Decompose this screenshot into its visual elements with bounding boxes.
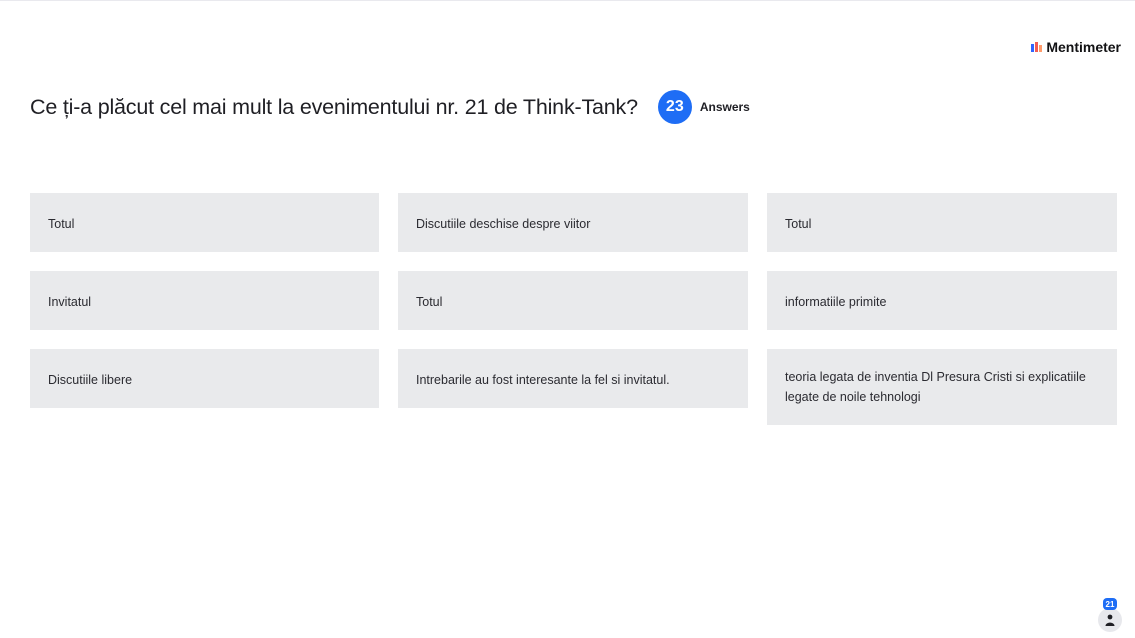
mentimeter-bars-icon [1031,42,1043,52]
question-header: Ce ți-a plăcut cel mai mult la eveniment… [30,90,750,124]
answer-count-label: Answers [699,100,750,114]
presentation-slide: Mentimeter Ce ți-a plăcut cel mai mult l… [0,0,1135,638]
response-card: Discutiile libere [30,349,379,408]
responses-grid: Totul Discutiile deschise despre viitor … [30,193,1118,425]
response-card: Intrebarile au fost interesante la fel s… [398,349,748,408]
participants-button[interactable]: 21 [1098,598,1122,632]
response-card: informatiile primite [767,271,1117,330]
answer-count-badge: 23 [657,90,692,124]
response-card: Discutiile deschise despre viitor [398,193,748,252]
question-title: Ce ți-a plăcut cel mai mult la eveniment… [30,94,638,119]
brand-name: Mentimeter [1046,39,1121,55]
person-icon [1105,614,1115,626]
brand-logo: Mentimeter [1031,39,1121,55]
response-card: Totul [767,193,1117,252]
participant-count-badge: 21 [1103,598,1117,610]
response-card: Totul [30,193,379,252]
response-card: teoria legata de inventia Dl Presura Cri… [767,349,1117,425]
response-card: Invitatul [30,271,379,330]
response-card: Totul [398,271,748,330]
